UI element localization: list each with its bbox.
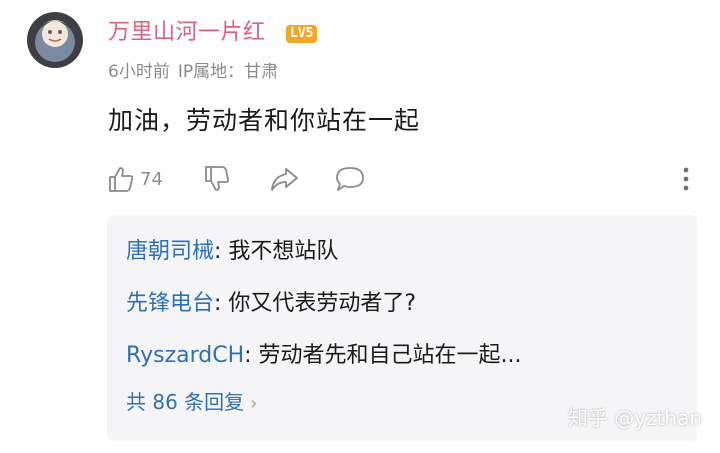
avatar[interactable] xyxy=(27,12,83,68)
reply-button[interactable] xyxy=(334,162,366,196)
chevron-right-icon: › xyxy=(250,393,258,414)
thumbs-down-icon xyxy=(202,164,232,194)
reply-author[interactable]: RyszardCH xyxy=(126,343,244,368)
more-options-button[interactable] xyxy=(676,162,696,196)
avatar-image xyxy=(27,12,83,68)
dislike-button[interactable] xyxy=(202,162,232,196)
watermark: 知乎 @yzthan xyxy=(567,406,702,430)
reply-item[interactable]: 先锋电台: 你又代表劳动者了? xyxy=(126,289,416,319)
reply-text: : 我不想站队 xyxy=(214,239,339,264)
thumbs-up-icon xyxy=(106,164,136,194)
level-badge: LV5 xyxy=(286,25,318,43)
like-button[interactable]: 74 xyxy=(106,162,163,196)
reply-item[interactable]: RyszardCH: 劳动者先和自己站在一起... xyxy=(126,341,522,371)
view-all-replies-label: 共 86 条回复 xyxy=(126,390,245,414)
ip-location: IP属地：甘肃 xyxy=(177,62,279,82)
reply-author[interactable]: 唐朝司械 xyxy=(126,239,214,264)
comment-actions: 74 xyxy=(106,162,706,196)
comment-card: 万里山河一片红 LV5 6小时前 IP属地：甘肃 加油，劳动者和你站在一起 74 xyxy=(0,0,720,453)
comment-text: 加油，劳动者和你站在一起 xyxy=(108,106,421,135)
reply-text: : 劳动者先和自己站在一起... xyxy=(244,343,522,368)
reply-text: : 你又代表劳动者了? xyxy=(214,291,417,316)
username[interactable]: 万里山河一片红 xyxy=(108,18,266,48)
share-arrow-icon xyxy=(268,164,300,194)
more-vertical-icon xyxy=(682,166,690,192)
view-all-replies-link[interactable]: 共 86 条回复 › xyxy=(126,387,257,419)
comment-meta: 6小时前 IP属地：甘肃 xyxy=(108,60,278,84)
speech-bubble-icon xyxy=(334,164,366,194)
share-button[interactable] xyxy=(268,162,300,196)
reply-author[interactable]: 先锋电台 xyxy=(126,291,214,316)
like-count: 74 xyxy=(140,168,163,190)
reply-item[interactable]: 唐朝司械: 我不想站队 xyxy=(126,237,338,267)
comment-time: 6小时前 xyxy=(108,62,170,82)
